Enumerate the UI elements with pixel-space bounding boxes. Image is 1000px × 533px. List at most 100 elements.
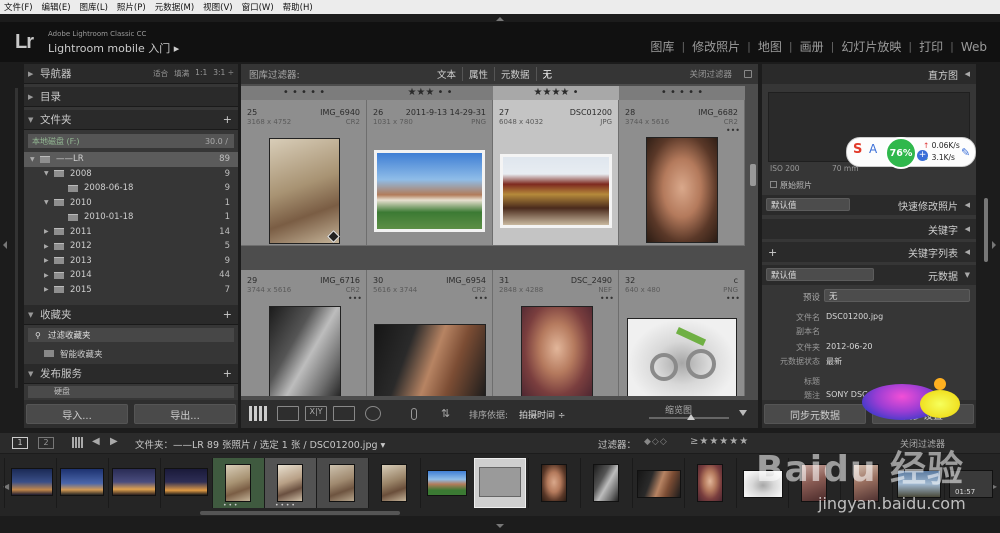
- close-filter-menu[interactable]: 关闭过滤器: [689, 68, 732, 80]
- filmstrip-cell[interactable]: [368, 458, 420, 508]
- grid-cell-selected[interactable]: ★★★★ • 27 DSC01200 6048 x 4032 JPG: [493, 86, 619, 246]
- filmstrip-source[interactable]: 文件夹：——LR 89 张照片 / 选定 1 张 / DSC01200.jpg …: [135, 437, 385, 451]
- histogram-header[interactable]: 直方图 ◀: [762, 64, 976, 84]
- filter-collections-field[interactable]: ⚲ 过滤收藏夹: [28, 328, 234, 342]
- menu-help[interactable]: 帮助(H): [283, 1, 313, 13]
- grid-cell[interactable]: ★★★ • • 26 2011-9-13 14-29-31 1031 x 780…: [367, 86, 493, 246]
- thumbnail-portrait-face[interactable]: [646, 137, 718, 243]
- disclosure-arrow-icon[interactable]: ▶: [44, 286, 49, 293]
- compare-view-icon[interactable]: X|Y: [305, 406, 327, 421]
- slider-handle-icon[interactable]: [687, 414, 695, 420]
- filmstrip-cell[interactable]: [420, 458, 472, 508]
- filmstrip-thumb-palace[interactable]: [427, 470, 467, 496]
- add-folder-icon[interactable]: +: [223, 113, 232, 126]
- filmstrip-cell[interactable]: [684, 458, 736, 508]
- filmstrip-cell[interactable]: [632, 458, 684, 508]
- more-icon[interactable]: •••: [600, 294, 614, 303]
- catalog-header[interactable]: ▶ 目录: [24, 87, 238, 107]
- filmstrip-scrollbar[interactable]: [200, 511, 400, 515]
- smart-collections-item[interactable]: 智能收藏夹: [44, 348, 103, 360]
- right-panel-scrollbar[interactable]: [984, 198, 988, 262]
- forward-arrow-icon[interactable]: ▶: [110, 436, 118, 447]
- folder-item[interactable]: 2010-01-18 1: [24, 210, 238, 225]
- collections-header[interactable]: ▼ 收藏夹 +: [24, 305, 238, 325]
- metadata-preset-select[interactable]: 默认值: [766, 268, 874, 281]
- metadata-field[interactable]: 元数据状态 最新: [768, 356, 968, 367]
- disclosure-arrow-icon[interactable]: ▼: [30, 156, 35, 163]
- folder-item[interactable]: ▼ 2010 1: [24, 196, 238, 211]
- back-arrow-icon[interactable]: ◀: [92, 436, 100, 447]
- module-slideshow[interactable]: 幻灯片放映: [838, 38, 904, 55]
- filter-none[interactable]: 无: [535, 67, 559, 81]
- window-2-button[interactable]: 2: [38, 437, 54, 449]
- thumbnail-makeup-portrait[interactable]: [521, 306, 593, 396]
- more-icon[interactable]: •••: [348, 294, 362, 303]
- filmstrip-cell[interactable]: [160, 458, 212, 508]
- add-keyword-icon[interactable]: +: [768, 246, 777, 259]
- more-icon[interactable]: •••: [474, 294, 488, 303]
- grid-cell[interactable]: 31 DSC_2490 2848 x 4288 NEF •••: [493, 270, 619, 396]
- more-icon[interactable]: •••: [726, 294, 740, 303]
- folder-item[interactable]: ▶ 2015 7: [24, 283, 238, 298]
- left-panel-toggle-icon[interactable]: [3, 241, 7, 249]
- disclosure-arrow-icon[interactable]: ▶: [44, 272, 49, 279]
- filmstrip-cell-selected[interactable]: • • •: [212, 458, 264, 509]
- filmstrip-thumb-night-city[interactable]: [164, 468, 208, 496]
- filmstrip-cell[interactable]: [108, 458, 160, 508]
- rating-stars[interactable]: • • • • •: [619, 86, 745, 100]
- filmstrip-thumb-portrait[interactable]: [541, 464, 567, 502]
- folder-item[interactable]: ▶ 2012 5: [24, 239, 238, 254]
- menu-file[interactable]: 文件(F): [4, 1, 33, 13]
- menu-window[interactable]: 窗口(W): [242, 1, 274, 13]
- wrench-icon[interactable]: ✎: [961, 146, 970, 159]
- filmstrip-thumb-night-city[interactable]: [60, 468, 104, 496]
- disclosure-arrow-icon[interactable]: ▶: [44, 228, 49, 235]
- import-button[interactable]: 导入...: [26, 404, 128, 424]
- quick-develop-header[interactable]: 默认值 快速修改照片 ◀: [762, 195, 976, 215]
- top-panel-toggle-icon[interactable]: [496, 17, 504, 21]
- grid-cell[interactable]: 29 IMG_6716 3744 x 5616 CR2 •••: [241, 270, 367, 396]
- zoom-fit[interactable]: 适合: [153, 68, 168, 79]
- sort-direction-icon[interactable]: ⇅: [441, 407, 450, 420]
- filmstrip-thumb-woman[interactable]: [381, 464, 407, 502]
- filmstrip-thumb-night-city[interactable]: [112, 468, 156, 496]
- thumbnail-bw-portrait[interactable]: [269, 306, 341, 396]
- filmstrip-cell[interactable]: [316, 458, 368, 508]
- brand-line-2[interactable]: Lightroom mobile 入门 ▸: [48, 40, 179, 56]
- filmstrip-thumb-temple[interactable]: [479, 467, 521, 497]
- module-library[interactable]: 图库: [647, 38, 677, 55]
- filmstrip-cell[interactable]: [56, 458, 108, 508]
- filmstrip-cell[interactable]: [4, 458, 56, 508]
- grid-view-icon[interactable]: [72, 437, 83, 448]
- right-panel-toggle-icon[interactable]: [992, 241, 996, 249]
- filmstrip-cell[interactable]: • • • •: [264, 458, 316, 509]
- metadata-field[interactable]: 副本名: [768, 326, 968, 337]
- folder-item[interactable]: ▶ 2013 9: [24, 254, 238, 269]
- filmstrip-thumb-makeup[interactable]: [697, 464, 723, 502]
- folders-header[interactable]: ▼ 文件夹 +: [24, 110, 238, 130]
- menu-metadata[interactable]: 元数据(M): [155, 1, 194, 13]
- filmstrip-thumb-woman[interactable]: [277, 464, 303, 502]
- thumbnail-dark-portrait[interactable]: [374, 324, 486, 396]
- module-develop[interactable]: 修改照片: [689, 38, 743, 55]
- publish-harddrive-row[interactable]: 硬盘: [28, 386, 234, 398]
- folder-item[interactable]: 2008-06-18 9: [24, 181, 238, 196]
- menu-view[interactable]: 视图(V): [203, 1, 232, 13]
- thumbnail-woman-sitting[interactable]: [269, 138, 340, 244]
- thumbnail-bicycle-render[interactable]: [627, 318, 737, 396]
- add-publish-service-icon[interactable]: +: [223, 367, 232, 380]
- filmstrip-cell[interactable]: [580, 458, 632, 508]
- rating-stars[interactable]: ★★★★ •: [493, 86, 619, 100]
- filter-text[interactable]: 文本: [431, 67, 462, 81]
- publish-services-header[interactable]: ▼ 发布服务 +: [24, 364, 238, 384]
- keywording-header[interactable]: 关键字 ◀: [762, 219, 976, 239]
- sync-metadata-button[interactable]: 同步元数据: [764, 404, 866, 424]
- memory-gauge[interactable]: 76%: [885, 137, 917, 169]
- preset-select[interactable]: 无: [824, 289, 970, 302]
- network-speed-widget[interactable]: S A 76% ↑ 0.06K/s ↓ 3.1K/s ✎ +: [846, 137, 976, 169]
- people-view-icon[interactable]: [365, 406, 381, 421]
- rating-filter-stars[interactable]: ≥★★★★★: [690, 436, 749, 447]
- metadata-value[interactable]: 2012-06-20: [826, 342, 873, 353]
- navigator-header[interactable]: ▶ 导航器 适合 填满 1:1 3:1 ÷: [24, 64, 238, 84]
- plus-circle-icon[interactable]: +: [917, 150, 928, 161]
